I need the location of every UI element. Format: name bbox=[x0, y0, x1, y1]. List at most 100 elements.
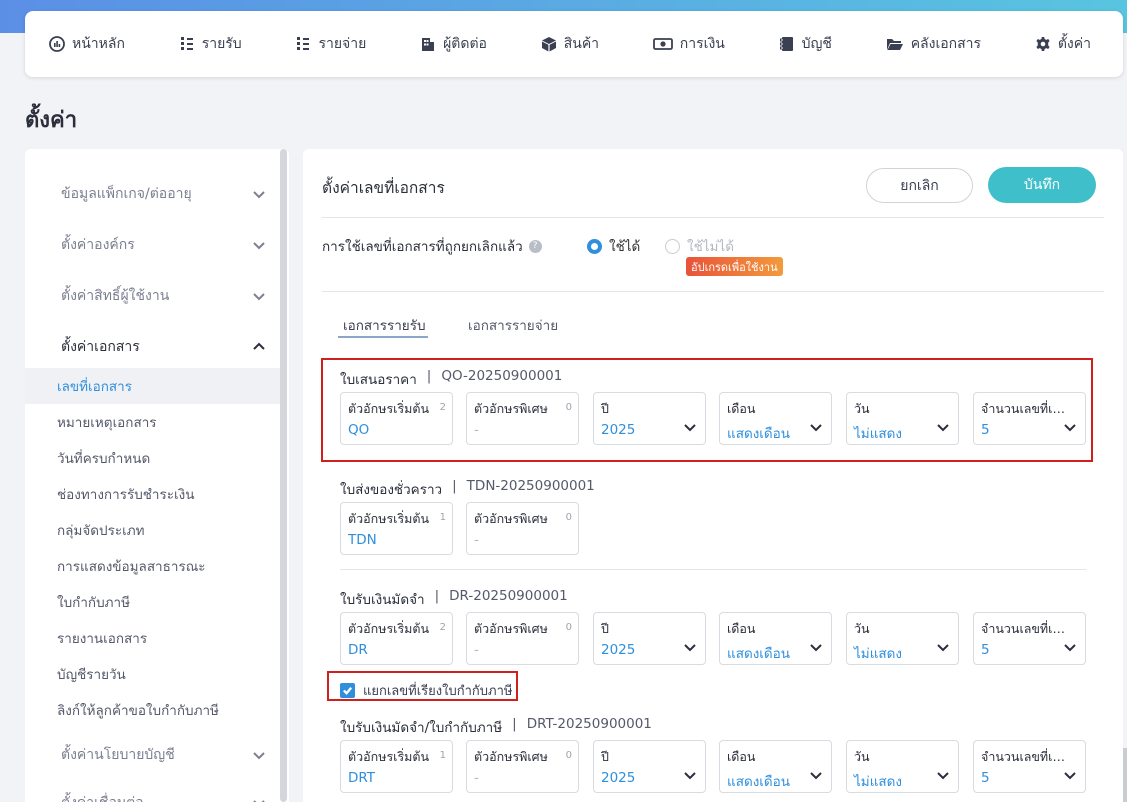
running-digits-select[interactable]: จำนวนเลขที่เอกสาร 5 bbox=[973, 612, 1086, 665]
field-value: 2025 bbox=[601, 642, 636, 658]
nav-label: บัญชี bbox=[801, 36, 832, 52]
chevron-down-icon bbox=[253, 191, 265, 199]
nav-label: ผู้ติดต่อ bbox=[443, 36, 487, 52]
tab-expense-docs[interactable]: เอกสารรายจ่าย bbox=[468, 314, 558, 336]
chevron-down-icon bbox=[810, 644, 822, 652]
doc-header: ใบเสนอราคา | QO-20250900001 bbox=[340, 368, 562, 390]
sidebar-item-categories[interactable]: กลุ่มจัดประเภท bbox=[25, 512, 280, 548]
chevron-down-icon bbox=[253, 752, 265, 760]
char-count: 1 bbox=[439, 750, 446, 761]
sidebar-group-package[interactable]: ข้อมูลแพ็กเกจ/ต่ออายุ bbox=[61, 183, 266, 205]
sidebar-item-doc-report[interactable]: รายงานเอกสาร bbox=[25, 620, 280, 656]
month-select[interactable]: เดือน แสดงเดือน bbox=[719, 612, 832, 665]
sidebar-item-journal[interactable]: บัญชีรายวัน bbox=[25, 656, 280, 692]
special-char-field[interactable]: ตัวอักษรพิเศษ 0 - bbox=[466, 740, 579, 793]
nav-finance[interactable]: การเงิน bbox=[652, 33, 725, 55]
sidebar-item-doc-notes[interactable]: หมายเหตุเอกสาร bbox=[25, 404, 280, 440]
chevron-down-icon bbox=[1064, 772, 1076, 780]
field-value: TDN bbox=[348, 532, 377, 548]
tab-income-docs[interactable]: เอกสารรายรับ bbox=[343, 314, 426, 336]
doc-code-preview: DRT-20250900001 bbox=[526, 716, 652, 732]
char-count: 2 bbox=[439, 622, 446, 633]
doc-separator: | bbox=[452, 478, 457, 494]
sidebar-item-customer-tax-link[interactable]: ลิงก์ให้ลูกค้าขอใบกำกับภาษี bbox=[25, 692, 280, 728]
sidebar-item-payment-channels[interactable]: ช่องทางการรับชำระเงิน bbox=[25, 476, 280, 512]
sidebar-item-label: หมายเหตุเอกสาร bbox=[57, 415, 157, 431]
sidebar-item-tax-invoice[interactable]: ใบกำกับภาษี bbox=[25, 584, 280, 620]
nav-products[interactable]: สินค้า bbox=[541, 33, 599, 55]
sidebar-group-accounting-policy[interactable]: ตั้งค่านโยบายบัญชี bbox=[61, 744, 266, 766]
sidebar-item-public-info[interactable]: การแสดงข้อมูลสาธารณะ bbox=[25, 548, 280, 584]
contacts-icon bbox=[422, 38, 435, 51]
nav-documents[interactable]: คลังเอกสาร bbox=[886, 33, 981, 55]
field-value: 5 bbox=[981, 642, 990, 658]
prefix-field[interactable]: ตัวอักษรเริ่มต้น 2 DR bbox=[340, 612, 453, 665]
year-select[interactable]: ปี 2025 bbox=[593, 612, 706, 665]
chevron-down-icon bbox=[253, 242, 265, 250]
upgrade-badge[interactable]: อัปเกรดเพื่อใช้งาน bbox=[686, 257, 783, 276]
money-icon bbox=[652, 38, 673, 50]
month-select[interactable]: เดือน แสดงเดือน bbox=[719, 392, 832, 445]
field-value: DRT bbox=[348, 770, 376, 786]
dashboard-icon bbox=[49, 36, 65, 52]
year-select[interactable]: ปี 2025 bbox=[593, 392, 706, 445]
radio-allow[interactable]: ใช้ได้ bbox=[587, 235, 640, 257]
sidebar-group-permissions[interactable]: ตั้งค่าสิทธิ์ผู้ใช้งาน bbox=[61, 285, 266, 307]
sidebar-group-documents[interactable]: ตั้งค่าเอกสาร bbox=[61, 336, 266, 358]
separate-tax-number-checkbox[interactable]: แยกเลขที่เรียงใบกำกับภาษี bbox=[340, 680, 512, 701]
field-value: ไม่แสดง bbox=[854, 426, 902, 442]
special-char-field[interactable]: ตัวอักษรพิเศษ 0 - bbox=[466, 502, 579, 555]
chevron-down-icon bbox=[684, 424, 696, 432]
nav-income[interactable]: รายรับ bbox=[179, 33, 242, 55]
sidebar-scrollbar[interactable] bbox=[280, 149, 287, 802]
prefix-field[interactable]: ตัวอักษรเริ่มต้น 2 QO bbox=[340, 392, 453, 445]
nav-contacts[interactable]: ผู้ติดต่อ bbox=[420, 33, 487, 55]
radio-disallow[interactable]: ใช้ไม่ได้ bbox=[665, 235, 734, 257]
divider bbox=[322, 217, 1104, 218]
nav-home[interactable]: หน้าหลัก bbox=[49, 33, 125, 55]
sidebar-group-integrations[interactable]: ตั้งค่าเชื่อมต่อ bbox=[61, 792, 266, 802]
prefix-field[interactable]: ตัวอักษรเริ่มต้น 1 TDN bbox=[340, 502, 453, 555]
day-select[interactable]: วัน ไม่แสดง bbox=[846, 392, 959, 445]
char-count: 0 bbox=[565, 402, 572, 413]
doc-header: ใบรับเงินมัดจำ | DR-20250900001 bbox=[340, 588, 568, 610]
field-label: ตัวอักษรเริ่มต้น bbox=[348, 749, 430, 764]
sidebar-item-due-date[interactable]: วันที่ครบกำหนด bbox=[25, 440, 280, 476]
doc-separator: | bbox=[512, 716, 517, 732]
special-char-field[interactable]: ตัวอักษรพิเศษ 0 - bbox=[466, 612, 579, 665]
day-select[interactable]: วัน ไม่แสดง bbox=[846, 612, 959, 665]
sidebar-group-label: ตั้งค่าเชื่อมต่อ bbox=[61, 792, 144, 802]
running-digits-select[interactable]: จำนวนเลขที่เอกสาร 5 bbox=[973, 392, 1086, 445]
month-select[interactable]: เดือน แสดงเดือน bbox=[719, 740, 832, 793]
reuse-cancelled-text: การใช้เลขที่เอกสารที่ถูกยกเลิกแล้ว bbox=[322, 239, 523, 255]
help-icon[interactable]: ? bbox=[528, 239, 542, 253]
chevron-down-icon bbox=[1064, 644, 1076, 652]
running-digits-select[interactable]: จำนวนเลขที่เอกสาร 5 bbox=[973, 740, 1086, 793]
day-select[interactable]: วัน ไม่แสดง bbox=[846, 740, 959, 793]
expense-icon bbox=[297, 37, 310, 50]
tab-active-indicator bbox=[338, 336, 428, 338]
sidebar-item-label: กลุ่มจัดประเภท bbox=[57, 523, 145, 539]
cancel-button[interactable]: ยกเลิก bbox=[866, 168, 973, 203]
field-value: - bbox=[474, 770, 479, 786]
nav-accounting[interactable]: บัญชี bbox=[779, 33, 832, 55]
field-label: เดือน bbox=[727, 749, 756, 764]
reuse-cancelled-label: การใช้เลขที่เอกสารที่ถูกยกเลิกแล้ว ? bbox=[322, 235, 542, 257]
sidebar-group-organization[interactable]: ตั้งค่าองค์กร bbox=[61, 234, 266, 256]
field-value: 2025 bbox=[601, 422, 636, 438]
nav-expense[interactable]: รายจ่าย bbox=[295, 33, 366, 55]
special-char-field[interactable]: ตัวอักษรพิเศษ 0 - bbox=[466, 392, 579, 445]
char-count: 0 bbox=[565, 750, 572, 761]
page-scrollbar[interactable] bbox=[1123, 748, 1127, 802]
page-title: ตั้งค่า bbox=[25, 108, 78, 133]
save-button[interactable]: บันทึก bbox=[988, 167, 1096, 203]
year-select[interactable]: ปี 2025 bbox=[593, 740, 706, 793]
sidebar-item-doc-number[interactable]: เลขที่เอกสาร bbox=[25, 368, 280, 404]
field-value: 5 bbox=[981, 422, 990, 438]
field-label: ตัวอักษรพิเศษ bbox=[474, 749, 548, 764]
char-count: 0 bbox=[565, 622, 572, 633]
radio-checked-icon bbox=[587, 238, 602, 254]
folder-icon bbox=[886, 39, 903, 50]
prefix-field[interactable]: ตัวอักษรเริ่มต้น 1 DRT bbox=[340, 740, 453, 793]
nav-settings[interactable]: ตั้งค่า bbox=[1035, 33, 1091, 55]
